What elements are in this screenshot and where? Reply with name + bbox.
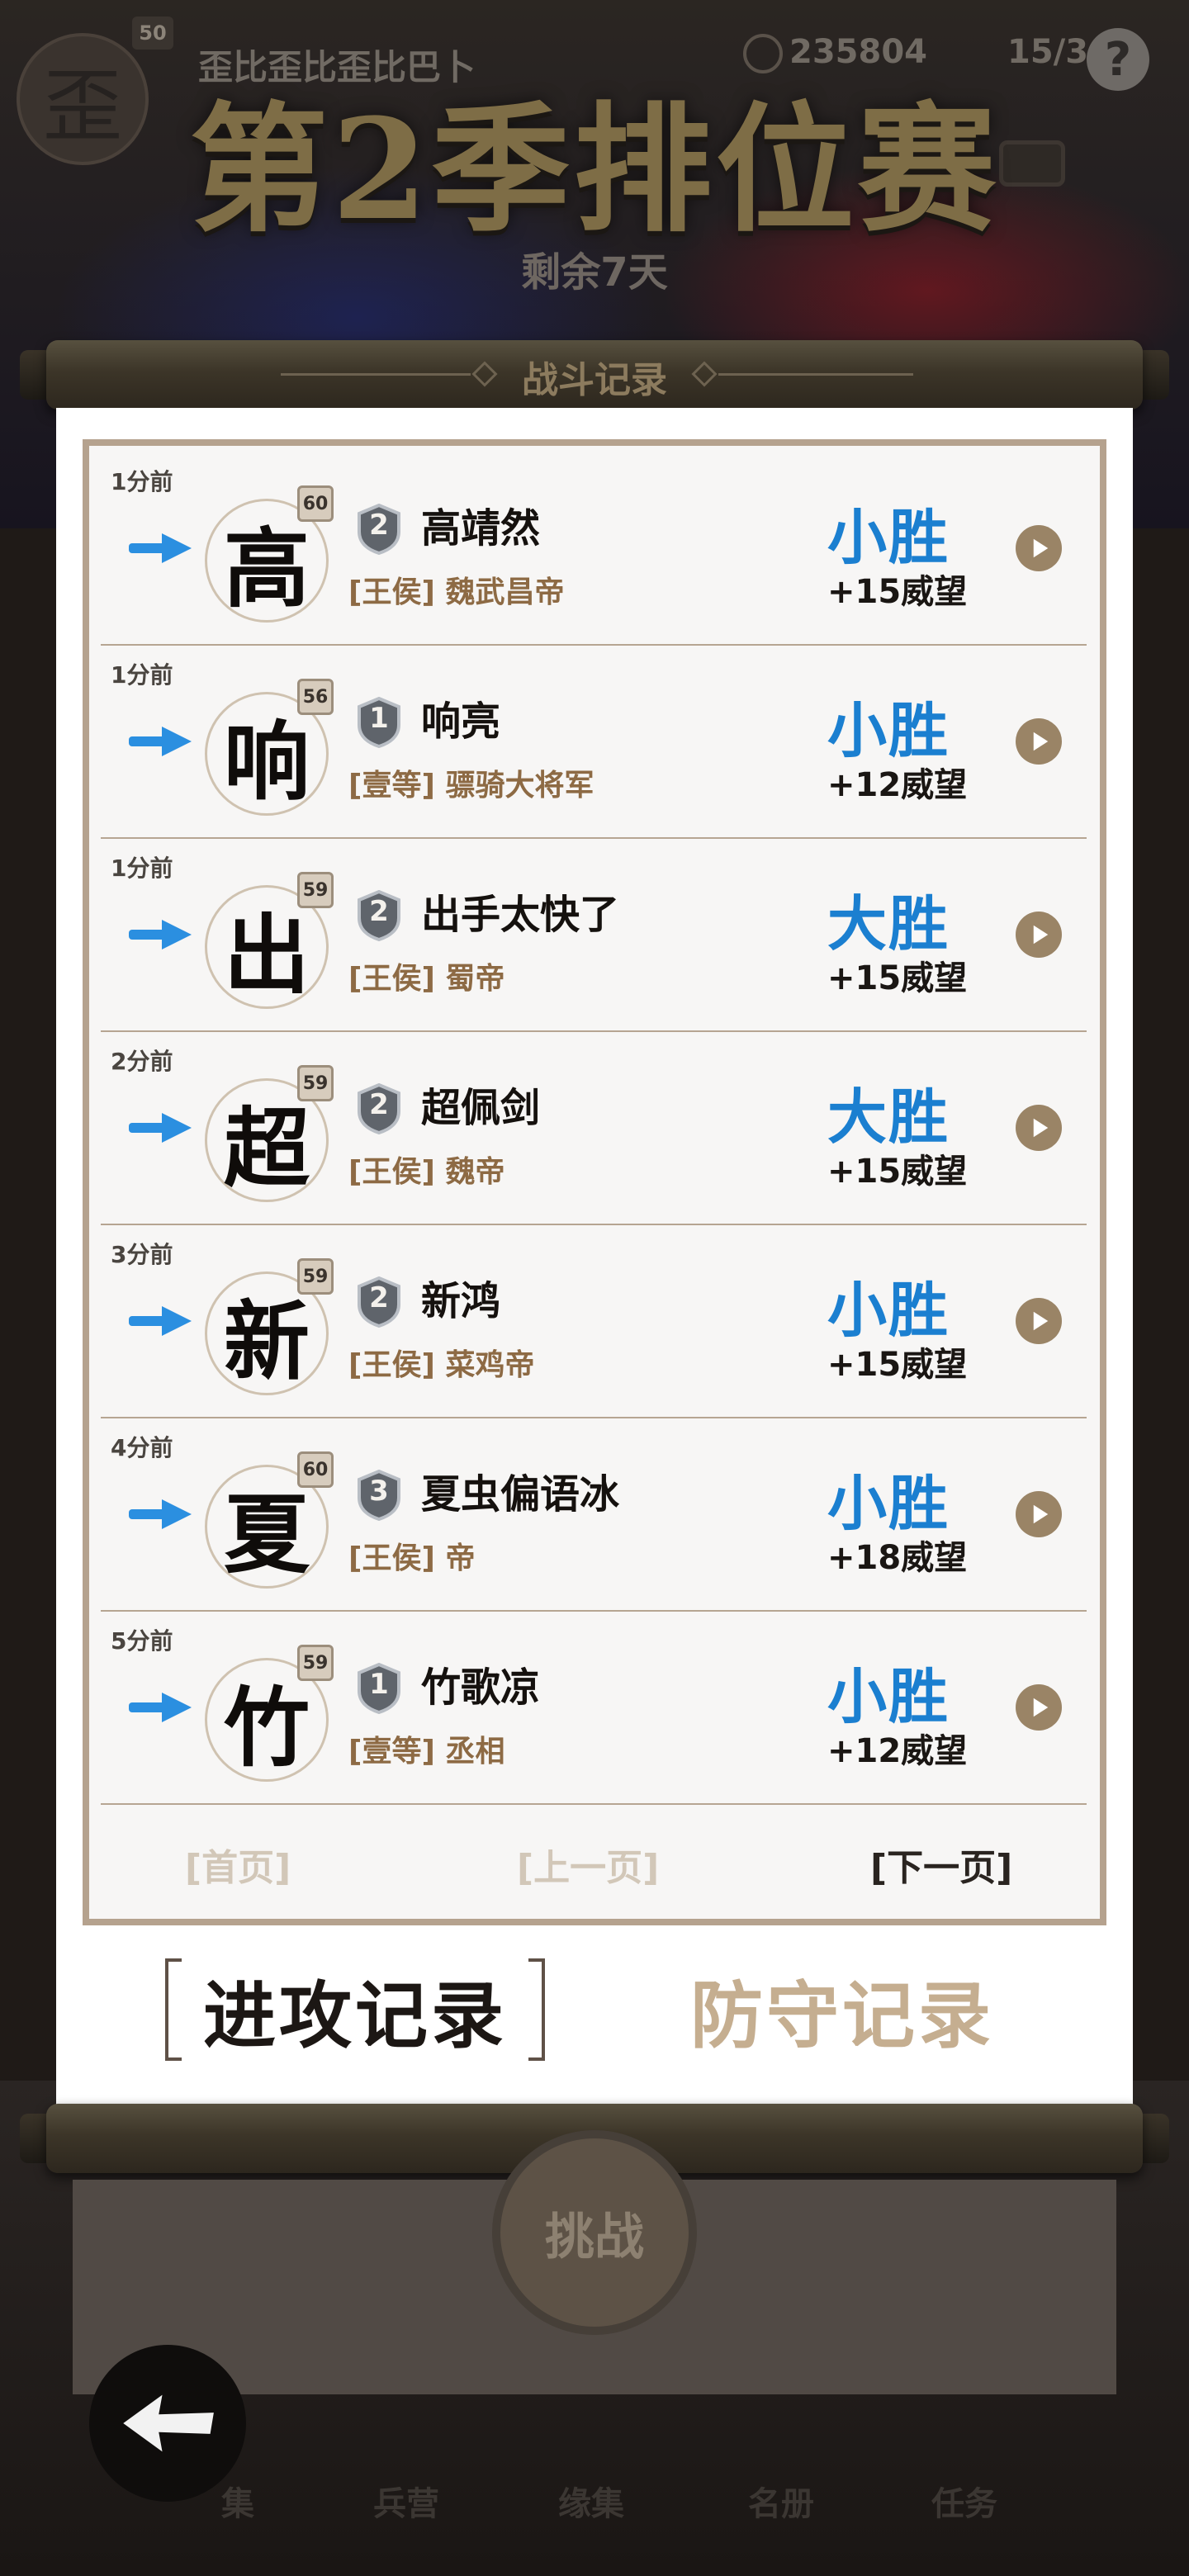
battle-record-title: 战斗记录 (522, 359, 667, 401)
play-icon[interactable] (1016, 718, 1062, 765)
record-row: 2分前 超 59 2 超佩剑 [王侯] 魏帝 大胜 +15威望 (101, 1032, 1087, 1225)
opponent-name: 夏虫偏语冰 (421, 1471, 620, 1518)
rank-number: 2 (369, 509, 389, 542)
arrow-right-icon (129, 1113, 192, 1143)
battle-result: 小胜 (827, 695, 950, 765)
prestige-points: +15威望 (827, 1153, 968, 1191)
prestige-points: +18威望 (827, 1539, 968, 1577)
play-icon[interactable] (1016, 912, 1062, 958)
rank-number: 2 (369, 895, 389, 928)
record-row: 1分前 响 56 1 响亮 [壹等] 骠骑大将军 小胜 +12威望 (101, 646, 1087, 839)
play-icon[interactable] (1016, 1491, 1062, 1537)
nav-tab-tasks[interactable]: 任务 (931, 2477, 997, 2525)
record-row: 3分前 新 59 2 新鸿 [王侯] 菜鸡帝 小胜 +15威望 (101, 1225, 1087, 1418)
play-icon[interactable] (1016, 1105, 1062, 1151)
opponent-level-badge: 59 (297, 1258, 334, 1295)
record-time: 3分前 (111, 1241, 173, 1268)
nav-tab-roster[interactable]: 名册 (748, 2477, 814, 2525)
back-button[interactable] (89, 2345, 246, 2502)
record-row: 5分前 竹 59 1 竹歌凉 [壹等] 丞相 小胜 +12威望 (101, 1612, 1087, 1805)
rank-number: 2 (369, 1088, 389, 1121)
record-time: 1分前 (111, 855, 173, 882)
opponent-name: 新鸿 (421, 1278, 501, 1324)
rank-badge-icon: 2 (357, 1083, 401, 1134)
rank-number: 1 (369, 702, 389, 735)
opponent-title: [壹等] 骠骑大将军 (348, 769, 594, 803)
record-time: 2分前 (111, 1048, 173, 1075)
arrow-right-icon (129, 1499, 192, 1529)
opponent-title: [王侯] 魏帝 (348, 1155, 505, 1189)
arrow-right-icon (129, 1306, 192, 1336)
tab-defense-records[interactable]: 防守记录 (661, 1958, 1024, 2061)
opponent-level-badge: 59 (297, 1645, 334, 1681)
opponent-level-badge: 60 (297, 485, 334, 522)
prestige-points: +15威望 (827, 959, 968, 997)
days-remaining: 剩余7天 (521, 249, 668, 296)
play-icon[interactable] (1016, 1684, 1062, 1731)
record-time: 4分前 (111, 1434, 173, 1461)
play-icon[interactable] (1016, 1298, 1062, 1344)
arrow-right-icon (129, 1693, 192, 1722)
rank-number: 3 (369, 1475, 389, 1508)
rank-badge-icon: 1 (357, 697, 401, 748)
battle-result: 大胜 (827, 888, 950, 959)
rank-badge-icon: 3 (357, 1470, 401, 1521)
prestige-points: +15威望 (827, 573, 968, 611)
opponent-name: 响亮 (421, 698, 501, 745)
arrow-right-icon (129, 727, 192, 756)
rank-badge-icon: 2 (357, 890, 401, 941)
rank-number: 2 (369, 1281, 389, 1314)
rank-badge-icon: 2 (357, 1276, 401, 1328)
opponent-title: [王侯] 菜鸡帝 (348, 1348, 535, 1382)
rank-number: 1 (369, 1668, 389, 1701)
opponent-title: [王侯] 魏武昌帝 (348, 575, 565, 609)
record-row: 4分前 夏 60 3 夏虫偏语冰 [王侯] 帝 小胜 +18威望 (101, 1418, 1087, 1612)
record-time: 1分前 (111, 468, 173, 495)
battle-result: 小胜 (827, 1661, 950, 1731)
arrow-right-icon (129, 920, 192, 949)
player-level-badge: 50 (132, 17, 173, 50)
opponent-name: 超佩剑 (421, 1085, 541, 1131)
battle-result: 大胜 (827, 1082, 950, 1152)
opponent-title: [壹等] 丞相 (348, 1735, 505, 1769)
opponent-level-badge: 59 (297, 1065, 334, 1101)
record-time: 5分前 (111, 1627, 173, 1655)
battle-result: 小胜 (827, 1468, 950, 1538)
play-icon[interactable] (1016, 525, 1062, 571)
opponent-level-badge: 59 (297, 872, 334, 908)
nav-tab-1[interactable]: 集 (221, 2477, 254, 2525)
opponent-level-badge: 60 (297, 1451, 334, 1488)
opponent-name: 竹歌凉 (421, 1664, 541, 1711)
tab-attack-records[interactable]: 进攻记录 (165, 1958, 545, 2061)
rank-badge-icon: 2 (357, 504, 401, 555)
record-row: 1分前 高 60 2 高靖然 [王侯] 魏武昌帝 小胜 +15威望 (101, 452, 1087, 646)
opponent-name: 出手太快了 (421, 892, 620, 938)
record-time: 1分前 (111, 661, 173, 689)
prestige-points: +12威望 (827, 766, 968, 804)
prestige-points: +15威望 (827, 1346, 968, 1384)
back-arrow-icon (123, 2394, 214, 2452)
nav-tab-barracks[interactable]: 兵营 (373, 2477, 439, 2525)
opponent-level-badge: 56 (297, 679, 334, 715)
arrow-right-icon (129, 533, 192, 563)
prev-page-button[interactable]: [上一页] (517, 1838, 659, 1891)
opponent-title: [王侯] 帝 (348, 1541, 476, 1575)
challenge-button[interactable]: 挑战 (492, 2130, 697, 2335)
battle-result: 小胜 (827, 1275, 950, 1345)
rank-badge-icon: 1 (357, 1663, 401, 1714)
first-page-button[interactable]: [首页] (185, 1838, 291, 1891)
battle-result: 小胜 (827, 502, 950, 572)
record-row: 1分前 出 59 2 出手太快了 [王侯] 蜀帝 大胜 +15威望 (101, 839, 1087, 1032)
opponent-name: 高靖然 (421, 505, 541, 552)
next-page-button[interactable]: [下一页] (870, 1838, 1012, 1891)
prestige-points: +12威望 (827, 1732, 968, 1770)
nav-tab-collection[interactable]: 缘集 (558, 2477, 624, 2525)
season-title: 第2季排位赛 (189, 88, 1000, 251)
opponent-title: [王侯] 蜀帝 (348, 962, 505, 996)
